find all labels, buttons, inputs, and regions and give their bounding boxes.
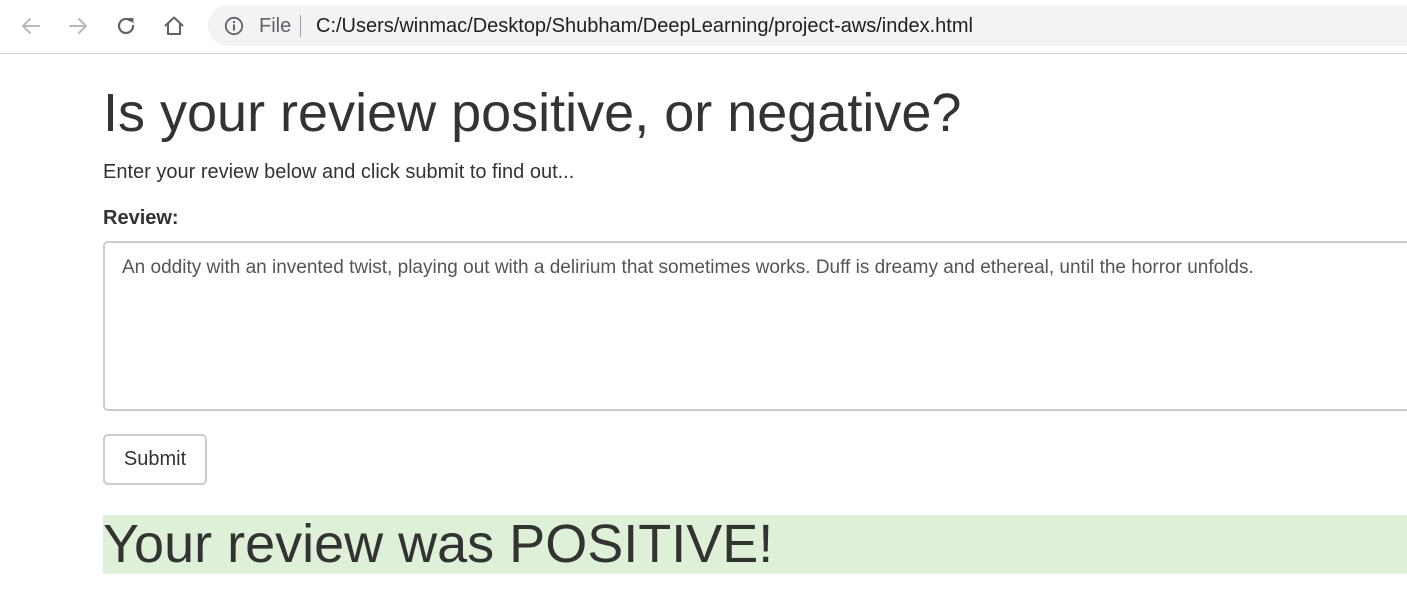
home-icon: [164, 16, 184, 35]
review-textarea[interactable]: An oddity with an invented twist, playin…: [103, 241, 1407, 411]
browser-toolbar: File C:/Users/winmac/Desktop/Shubham/Dee…: [0, 0, 1407, 54]
page-title: Is your review positive, or negative?: [103, 83, 962, 143]
info-icon[interactable]: [224, 16, 244, 36]
result-text: Your review was POSITIVE!: [103, 514, 774, 574]
result-banner: Your review was POSITIVE!: [103, 514, 1407, 574]
scheme-label: File: [259, 15, 292, 37]
home-button[interactable]: [158, 10, 190, 42]
submit-button[interactable]: Submit: [103, 434, 207, 485]
arrow-left-icon: [22, 18, 40, 34]
url-text[interactable]: C:/Users/winmac/Desktop/Shubham/DeepLear…: [316, 15, 973, 37]
back-button[interactable]: [15, 10, 47, 42]
address-bar[interactable]: File C:/Users/winmac/Desktop/Shubham/Dee…: [208, 5, 1407, 46]
reload-icon: [117, 17, 135, 35]
arrow-right-icon: [69, 18, 87, 34]
reload-button[interactable]: [110, 10, 142, 42]
scheme-divider: [300, 15, 301, 37]
review-label: Review:: [103, 207, 179, 229]
page-intro: Enter your review below and click submit…: [103, 161, 575, 183]
forward-button[interactable]: [62, 10, 94, 42]
